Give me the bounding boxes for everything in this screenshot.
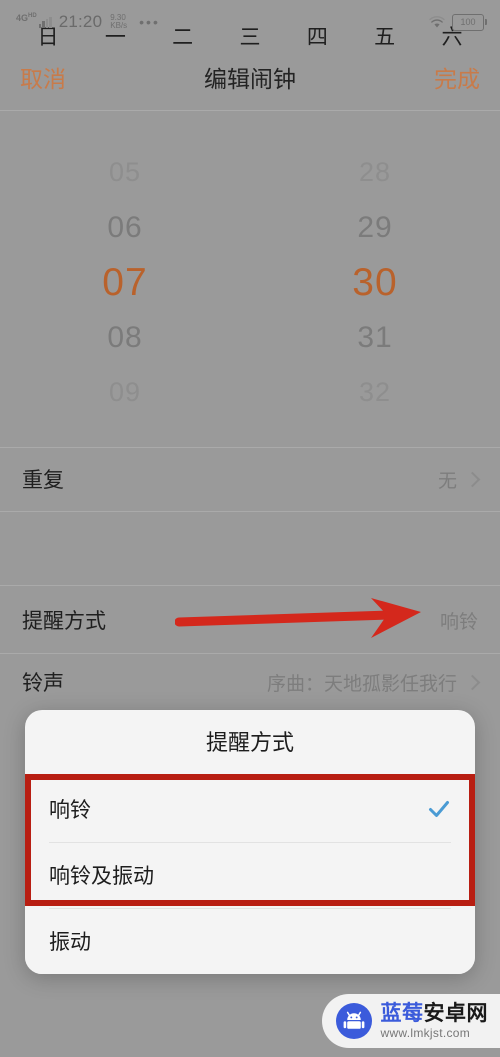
- time-picker[interactable]: 05 06 07 08 09 28 29 30 31 32: [0, 120, 500, 445]
- watermark-name: 蓝莓安卓网: [381, 1003, 489, 1024]
- hour-option[interactable]: 08: [107, 310, 142, 365]
- reminder-mode-value: 响铃: [439, 611, 478, 633]
- ringtone-row[interactable]: 铃声 序曲：天地孤影任我行: [0, 654, 500, 710]
- dialog-option-label: 振动: [49, 931, 91, 954]
- done-button[interactable]: 完成: [434, 60, 480, 94]
- repeat-divider: [0, 511, 500, 512]
- check-icon: [429, 801, 449, 817]
- cellular-signal-indicator: 4GHD: [16, 13, 52, 28]
- android-robot-icon: [335, 1003, 372, 1039]
- repeat-value: 无: [437, 470, 457, 492]
- chevron-right-icon: [464, 471, 481, 487]
- dialog-option-vibrate[interactable]: 振动: [25, 908, 475, 974]
- hour-picker-column[interactable]: 05 06 07 08 09: [0, 120, 250, 445]
- status-bar-right: 100: [429, 13, 487, 31]
- status-time: 21:20: [58, 12, 103, 31]
- chevron-right-icon: [464, 674, 481, 690]
- repeat-label: 重复: [22, 469, 64, 492]
- hour-option-selected[interactable]: 07: [102, 255, 147, 310]
- dialog-option-ring[interactable]: 响铃: [25, 776, 475, 842]
- watermark-name-part1: 蓝莓: [380, 1002, 424, 1025]
- cancel-button[interactable]: 取消: [20, 60, 66, 94]
- option-separator: [49, 908, 451, 909]
- option-separator: [49, 842, 451, 843]
- status-bar-left: 4GHD 21:20 9.30 KB/s •••: [16, 12, 160, 32]
- network-speed-unit: KB/s: [110, 21, 128, 30]
- dialog-option-ring-vibrate[interactable]: 响铃及振动: [25, 842, 475, 908]
- reminder-mode-label: 提醒方式: [22, 610, 106, 633]
- hour-option[interactable]: 05: [109, 145, 141, 200]
- dialog-title: 提醒方式: [205, 730, 294, 755]
- watermark-url: www.lmkjst.com: [380, 1026, 471, 1040]
- network-speed-indicator: 9.30 KB/s: [110, 13, 128, 31]
- reminder-mode-dialog: 提醒方式 响铃 响铃及振动 振动: [25, 710, 475, 974]
- nav-divider: [0, 110, 500, 111]
- wifi-icon: [429, 15, 445, 27]
- minute-option[interactable]: 28: [359, 145, 391, 200]
- ringtone-value: 序曲：天地孤影任我行: [266, 673, 457, 695]
- minute-option[interactable]: 31: [357, 310, 392, 365]
- status-more-dots: •••: [139, 14, 160, 30]
- watermark-name-part2: 安卓网: [423, 1002, 488, 1025]
- minute-option[interactable]: 32: [359, 365, 391, 420]
- minute-picker-column[interactable]: 28 29 30 31 32: [250, 120, 500, 445]
- battery-indicator: 100: [452, 13, 487, 31]
- hour-option[interactable]: 09: [109, 365, 141, 420]
- dialog-option-label: 响铃: [49, 799, 91, 822]
- minute-option-selected[interactable]: 30: [352, 255, 397, 310]
- phone-screenshot: 4GHD 21:20 9.30 KB/s ••• 100 取消 编辑闹钟 完成 …: [0, 0, 500, 1057]
- minute-option[interactable]: 29: [357, 200, 392, 255]
- status-bar: 4GHD 21:20 9.30 KB/s ••• 100: [0, 0, 500, 44]
- watermark-text: 蓝莓安卓网 www.lmkjst.com: [381, 1003, 489, 1039]
- network-type-label: 4GHD: [16, 12, 37, 23]
- navigation-bar: 取消 编辑闹钟 完成: [0, 44, 500, 110]
- signal-bars-icon: [38, 16, 52, 28]
- repeat-row[interactable]: 重复 无: [0, 448, 500, 510]
- hour-option[interactable]: 06: [107, 200, 142, 255]
- page-title: 编辑闹钟: [204, 66, 296, 92]
- site-watermark: 蓝莓安卓网 www.lmkjst.com: [321, 994, 500, 1048]
- dialog-option-label: 响铃及振动: [49, 865, 154, 888]
- battery-level-label: 100: [460, 16, 476, 27]
- reminder-mode-row[interactable]: 提醒方式 响铃: [0, 586, 500, 654]
- ringtone-label: 铃声: [22, 672, 64, 695]
